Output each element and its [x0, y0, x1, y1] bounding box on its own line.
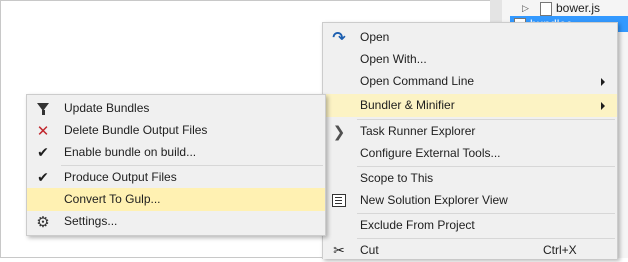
submenu-arrow-icon	[601, 78, 605, 86]
gear-icon: ⚙	[36, 213, 50, 231]
expand-arrow-icon[interactable]: ▷	[522, 0, 529, 16]
chevron-right-icon: ❯	[332, 123, 346, 141]
funnel-stem	[42, 110, 45, 115]
menu-item-update-bundles[interactable]: Update Bundles	[27, 97, 325, 120]
shortcut-label: Ctrl+X	[543, 243, 577, 257]
scissors-icon: ✂	[333, 242, 345, 258]
menu-item-exclude-from-project[interactable]: Exclude From Project	[323, 214, 617, 237]
checkmark-icon: ✔	[37, 144, 49, 160]
bundler-submenu: Update Bundles ✕ Delete Bundle Output Fi…	[26, 94, 326, 236]
menu-item-enable-bundle-on-build[interactable]: ✔ Enable bundle on build...	[27, 141, 325, 164]
funnel-icon	[27, 97, 59, 120]
menu-item-convert-to-gulp[interactable]: Convert To Gulp...	[27, 188, 325, 211]
menu-item-configure-external-tools[interactable]: Configure External Tools...	[323, 142, 617, 165]
menu-item-open-with[interactable]: Open With...	[323, 48, 617, 71]
file-icon	[540, 2, 552, 16]
menu-item-produce-output-files[interactable]: ✔ Produce Output Files	[27, 166, 325, 189]
menu-item-open[interactable]: ↷ Open	[323, 26, 617, 49]
context-menu: ↷ Open Open With... Open Command Line Bu…	[322, 22, 618, 259]
menu-item-bundler-minifier[interactable]: Bundler & Minifier	[323, 94, 617, 117]
checkmark-icon: ✔	[37, 169, 49, 185]
menu-item-delete-bundle-output-files[interactable]: ✕ Delete Bundle Output Files	[27, 119, 325, 142]
menu-item-new-solution-explorer-view[interactable]: New Solution Explorer View	[323, 189, 617, 212]
menu-item-settings[interactable]: ⚙ Settings...	[27, 210, 325, 233]
menu-item-open-command-line[interactable]: Open Command Line	[323, 70, 617, 93]
menu-item-task-runner-explorer[interactable]: ❯ Task Runner Explorer	[323, 120, 617, 143]
solution-explorer-icon	[323, 189, 355, 212]
menu-item-scope-to-this[interactable]: Scope to This	[323, 167, 617, 190]
delete-x-icon: ✕	[36, 122, 50, 140]
menu-item-cut[interactable]: ✂ Cut Ctrl+X	[323, 239, 617, 262]
redo-arrow-icon: ↷	[332, 29, 346, 47]
submenu-arrow-icon	[601, 102, 605, 110]
